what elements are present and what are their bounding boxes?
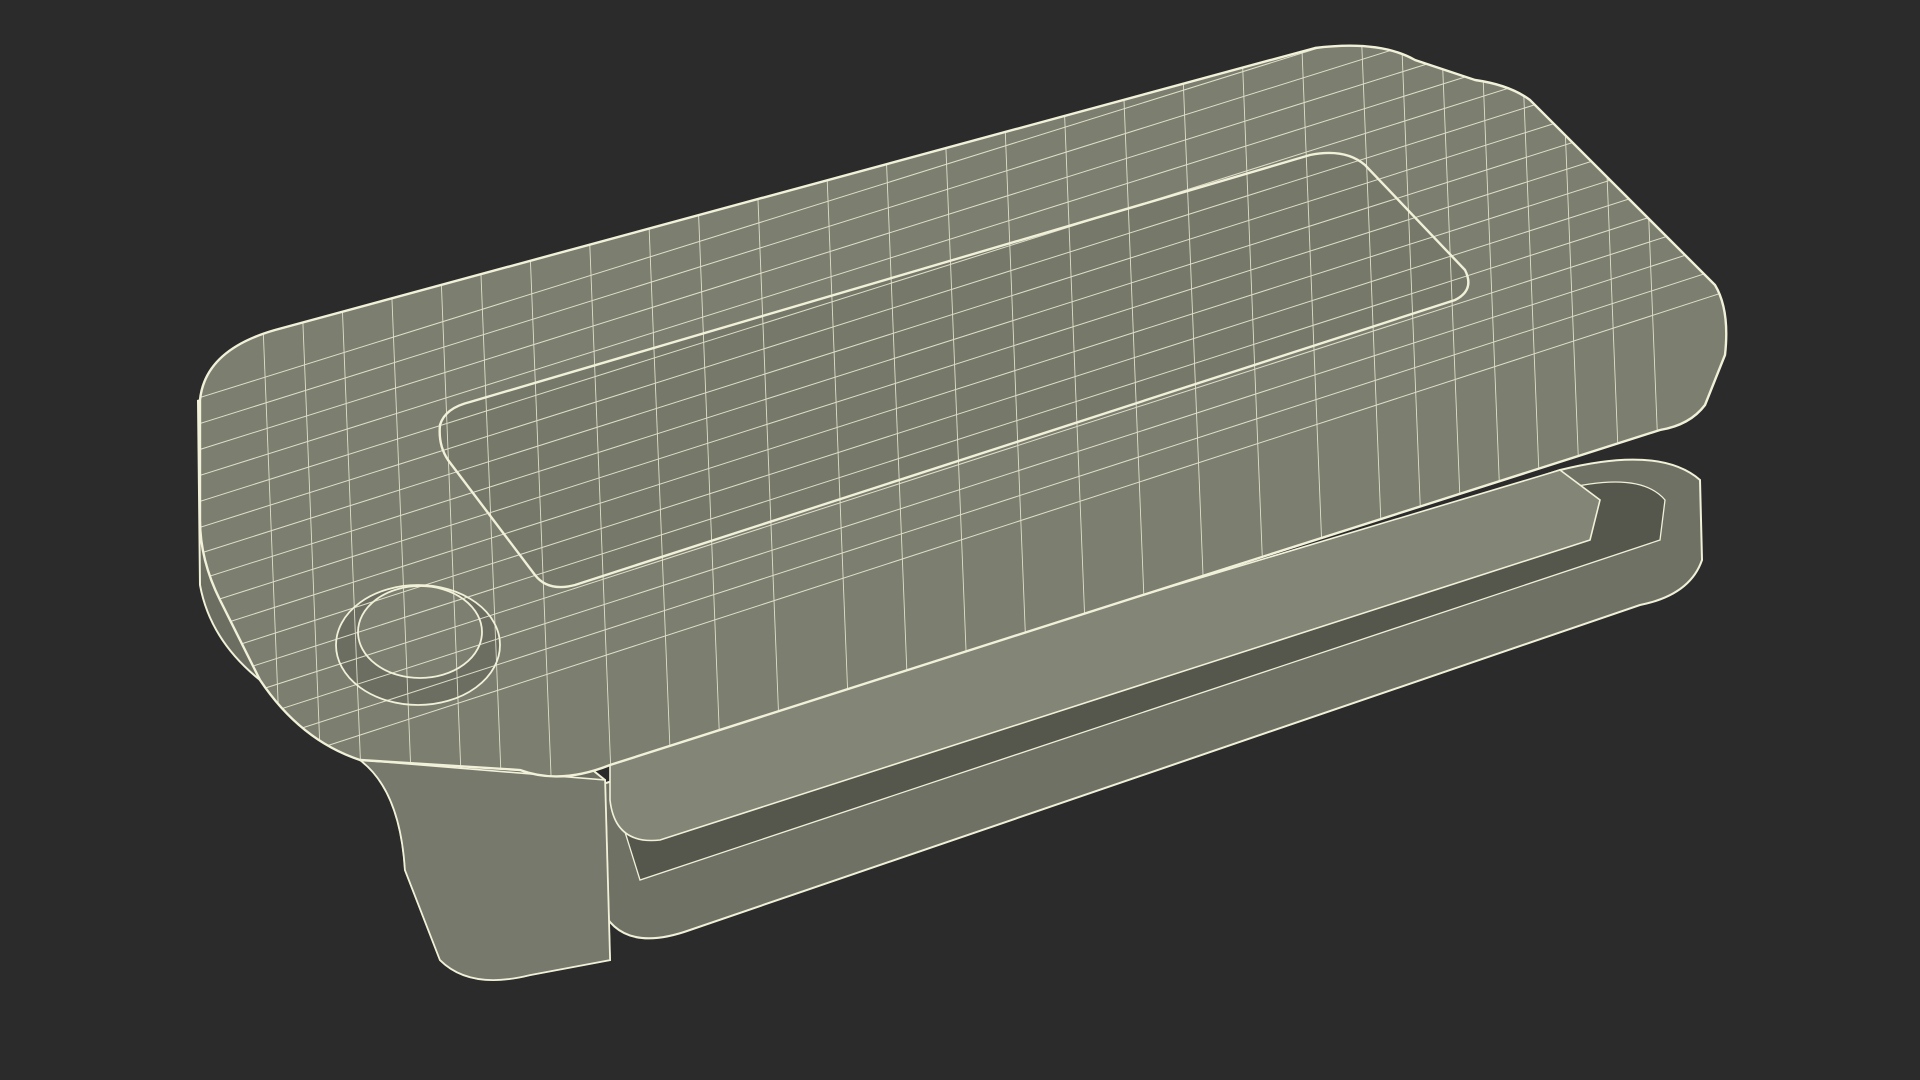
render-viewport bbox=[0, 0, 1920, 1080]
wireframe-key-fob-model-icon bbox=[0, 0, 1920, 1080]
